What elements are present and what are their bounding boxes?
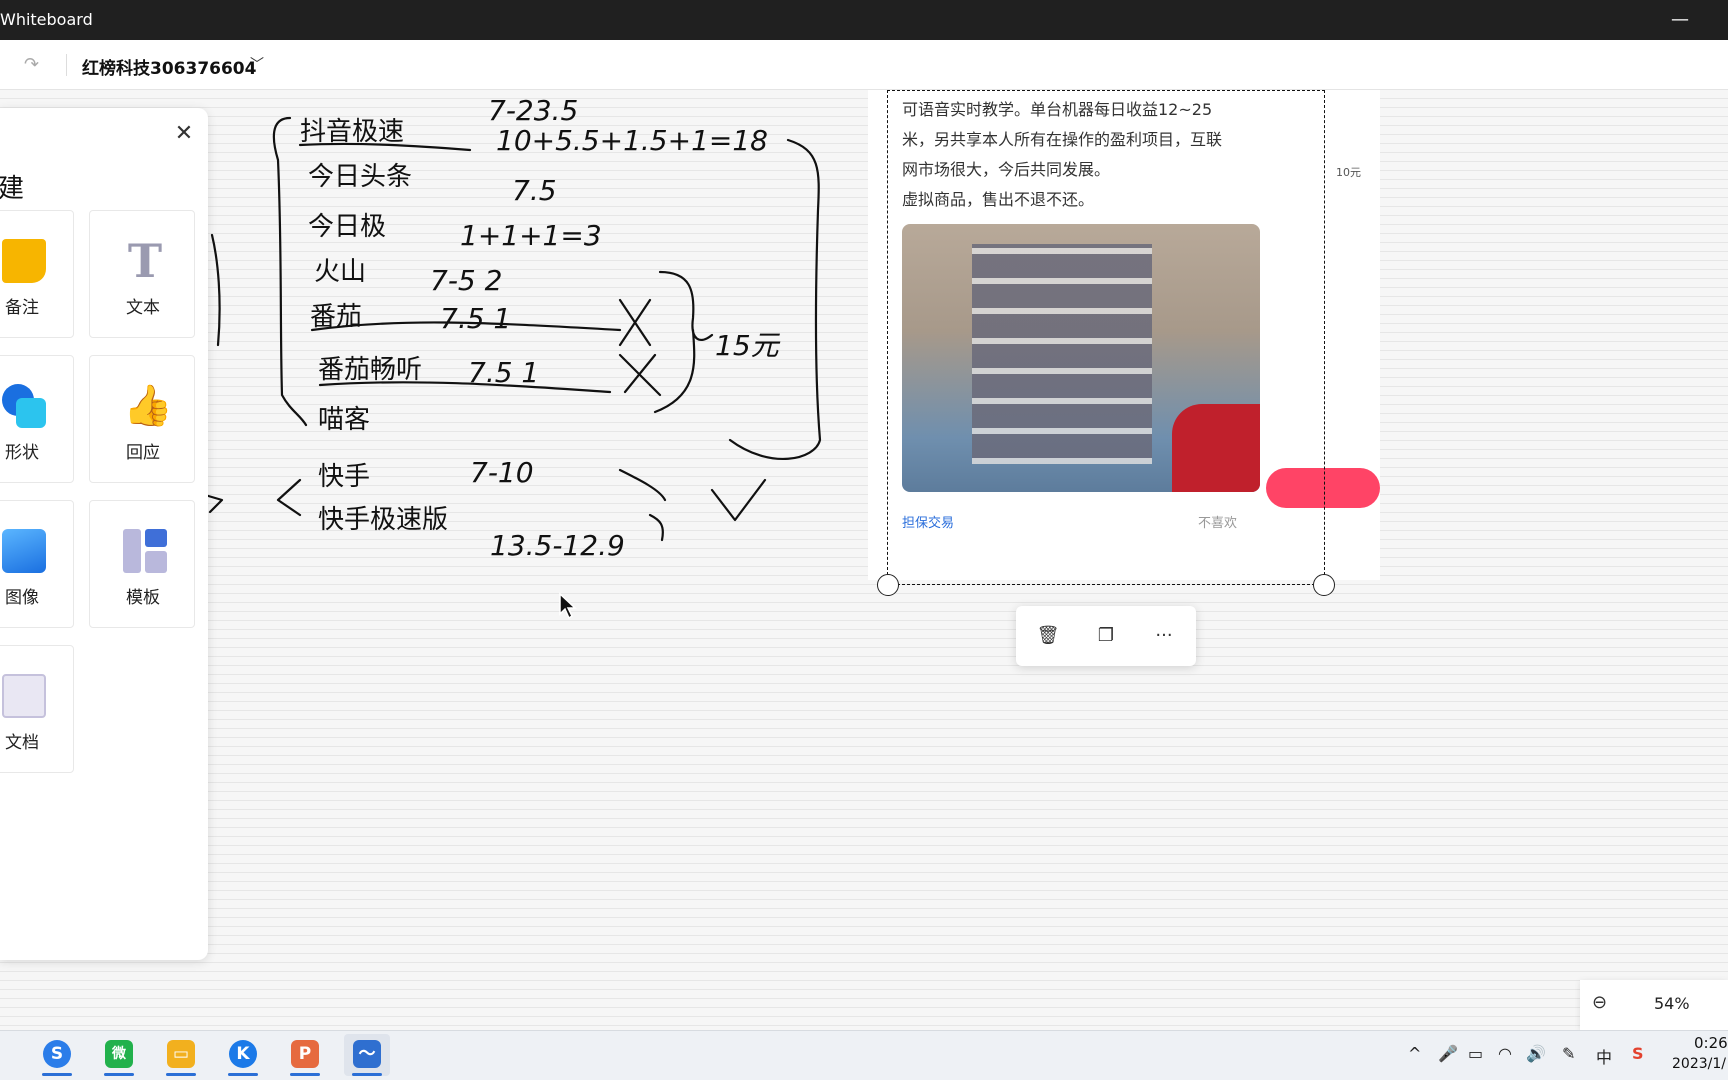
taskbar-app-kugou[interactable]: K xyxy=(220,1034,266,1076)
text-icon: T xyxy=(127,234,163,288)
tile-reaction[interactable]: 👍 回应 xyxy=(89,355,195,483)
image-icon xyxy=(2,529,46,573)
clock-time[interactable]: 0:26 xyxy=(1694,1034,1728,1052)
wifi-icon[interactable]: ◠ xyxy=(1498,1044,1512,1063)
input-method-icon[interactable]: 中 xyxy=(1596,1044,1612,1068)
tray-chevron-icon[interactable]: ^ xyxy=(1408,1044,1421,1063)
copy-icon[interactable]: ❐ xyxy=(1092,622,1120,650)
whiteboard-canvas[interactable] xyxy=(0,90,1728,1030)
resize-handle[interactable] xyxy=(877,574,899,596)
guarantee-label: 担保交易 xyxy=(902,516,955,531)
tile-note[interactable]: 备注 xyxy=(0,210,74,338)
template-icon xyxy=(123,529,167,573)
tile-text[interactable]: T 文本 xyxy=(89,210,195,338)
resize-handle[interactable] xyxy=(1313,574,1335,596)
pen-icon[interactable]: ✎ xyxy=(1562,1044,1575,1063)
zoom-value[interactable]: 54% xyxy=(1654,994,1690,1013)
more-button[interactable]: ··· xyxy=(1150,622,1178,650)
volume-icon[interactable]: 🔊 xyxy=(1526,1044,1546,1063)
pasted-image[interactable]: 可语音实时教学。单台机器每日收益12~25 米，另共享本人所有在操作的盈利项目，… xyxy=(868,90,1380,580)
shapes-icon xyxy=(2,384,46,428)
zoom-control: ⊖ 54% xyxy=(1580,980,1728,1030)
taskbar-app-explorer[interactable]: ▭ xyxy=(158,1034,204,1076)
sogou-ime-icon[interactable]: S xyxy=(1632,1044,1644,1063)
taskbar-app-wechat[interactable]: 微 xyxy=(96,1034,142,1076)
app-title: Whiteboard xyxy=(0,10,93,29)
clock-date[interactable]: 2023/1/ xyxy=(1672,1056,1726,1072)
toolbar-divider xyxy=(66,54,67,76)
create-panel: ✕ 建 备注 T 文本 形状 👍 回应 图像 模板 文档 xyxy=(0,108,208,960)
buy-button xyxy=(1266,468,1380,508)
dislike-label: 不喜欢 xyxy=(1198,516,1238,531)
document-icon xyxy=(2,674,46,718)
taskbar-app-powerpoint[interactable]: P xyxy=(282,1034,328,1076)
tile-shape[interactable]: 形状 xyxy=(0,355,74,483)
battery-icon[interactable]: ▭ xyxy=(1468,1044,1483,1063)
trash-icon[interactable]: 🗑 xyxy=(1034,622,1062,650)
board-name[interactable]: 红榜科技306376604 xyxy=(82,54,256,79)
chevron-down-icon[interactable]: ﹀ xyxy=(250,54,264,74)
title-bar: Whiteboard — xyxy=(0,0,1728,40)
card-text-line: 虚拟商品，售出不退不还。 xyxy=(902,190,1095,209)
thumbs-up-icon: 👍 xyxy=(123,383,173,429)
microphone-icon[interactable]: 🎤 xyxy=(1438,1044,1458,1063)
tile-template[interactable]: 模板 xyxy=(89,500,195,628)
redo-icon[interactable]: ↷ xyxy=(24,54,46,76)
taskbar-app-whiteboard[interactable]: 〜 xyxy=(344,1034,390,1076)
panel-title: 建 xyxy=(0,174,25,204)
close-icon[interactable]: ✕ xyxy=(172,122,196,146)
taskbar-app-sogou[interactable]: S xyxy=(34,1034,80,1076)
top-toolbar: ↷ 红榜科技306376604 ﹀ xyxy=(0,40,1728,90)
sticky-note-icon xyxy=(2,239,46,283)
price-label: 10元 xyxy=(1336,166,1361,179)
selection-toolbar: 🗑 ❐ ··· xyxy=(1016,606,1196,666)
card-text-line: 可语音实时教学。单台机器每日收益12~25 xyxy=(902,100,1213,119)
tile-image[interactable]: 图像 xyxy=(0,500,74,628)
zoom-out-icon[interactable]: ⊖ xyxy=(1592,992,1607,1013)
cursor-icon xyxy=(559,592,577,620)
card-text-line: 网市场很大，今后共同发展。 xyxy=(902,160,1111,179)
card-text-line: 米，另共享本人所有在操作的盈利项目，互联 xyxy=(902,130,1223,149)
tile-document[interactable]: 文档 xyxy=(0,645,74,773)
product-photo xyxy=(902,224,1260,492)
minimize-button[interactable]: — xyxy=(1668,4,1692,36)
